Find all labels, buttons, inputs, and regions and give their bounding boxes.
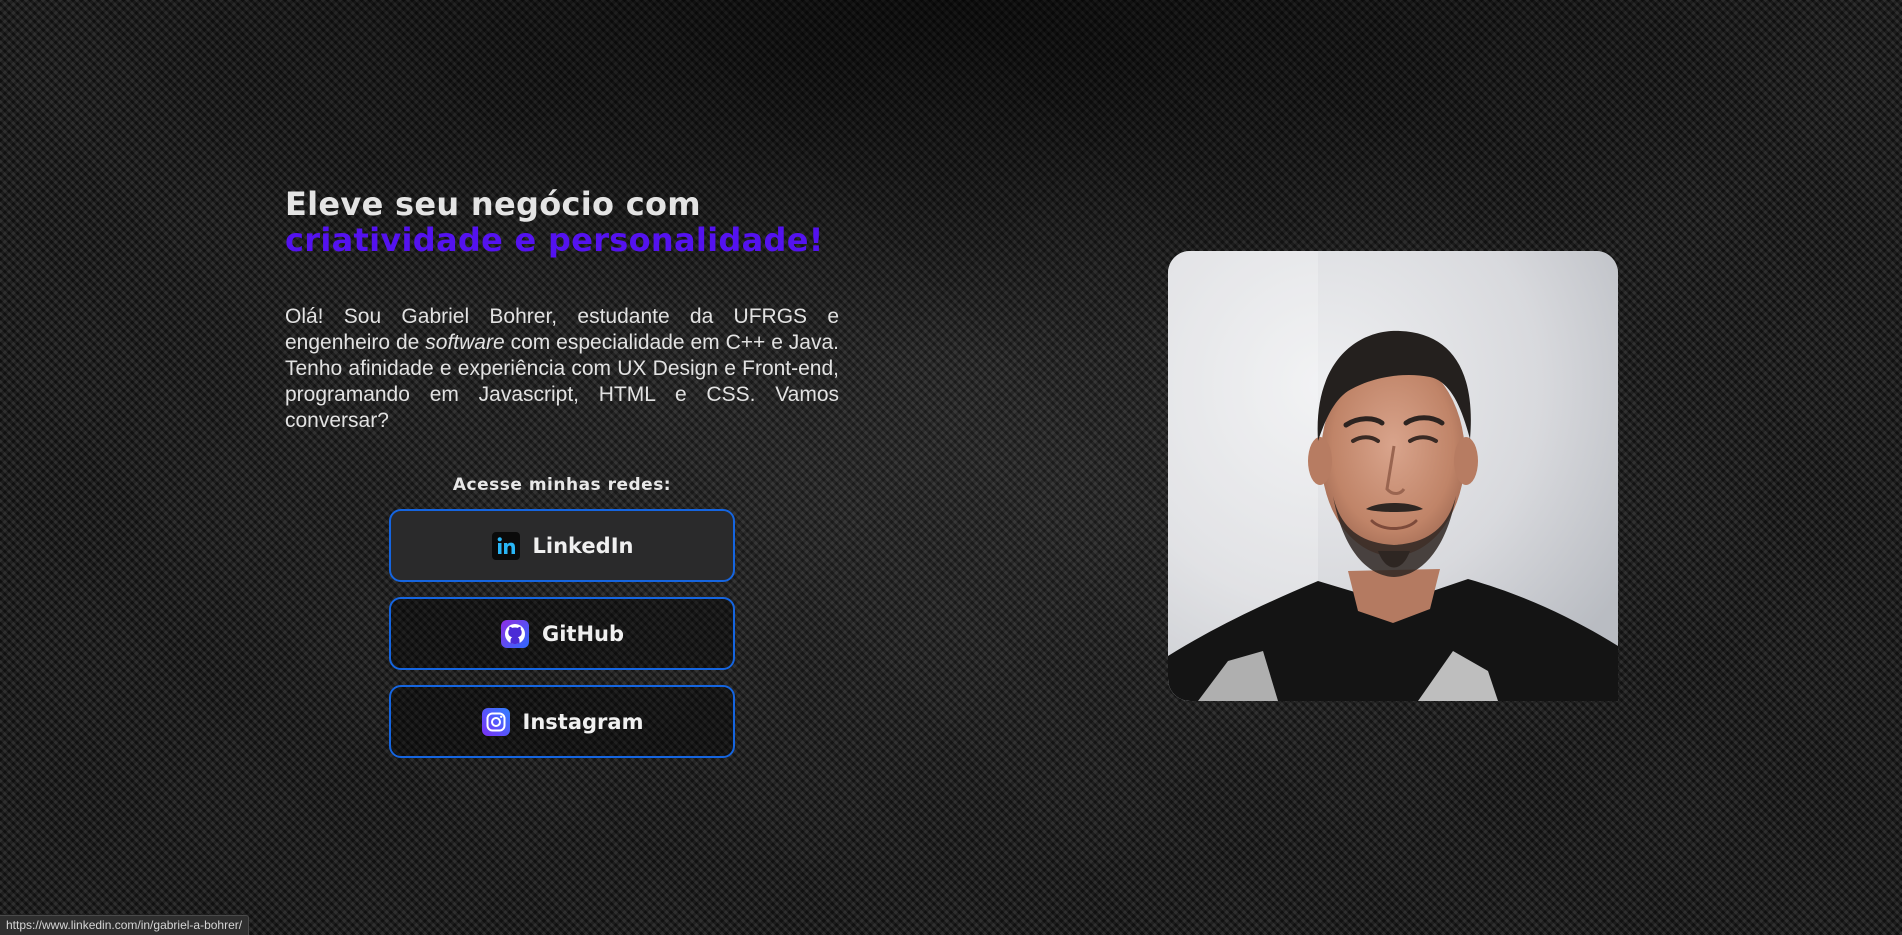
linkedin-button[interactable]: LinkedIn [389,509,735,582]
instagram-icon [481,707,511,737]
headline-line-2-accent: criatividade e personalidade! [285,221,824,259]
headline-line-1: Eleve seu negócio com [285,185,701,223]
linkedin-button-label: LinkedIn [532,533,634,558]
github-button[interactable]: GitHub [389,597,735,670]
profile-photo [1168,251,1618,701]
instagram-button[interactable]: Instagram [389,685,735,758]
hero-section: Eleve seu negócio com criatividade e per… [285,186,839,434]
intro-text-italic: software [425,331,505,354]
social-links-title: Acesse minhas redes: [452,475,672,495]
github-icon [500,619,530,649]
github-button-label: GitHub [541,621,625,646]
intro-paragraph: Olá! Sou Gabriel Bohrer, estudante da UF… [285,304,839,434]
browser-status-bar-url: https://www.linkedin.com/in/gabriel-a-bo… [0,915,250,935]
headline: Eleve seu negócio com criatividade e per… [285,186,839,258]
social-links-section: Acesse minhas redes: LinkedIn GitHub Ins… [389,475,735,773]
linkedin-icon [491,531,521,561]
instagram-button-label: Instagram [522,709,644,734]
